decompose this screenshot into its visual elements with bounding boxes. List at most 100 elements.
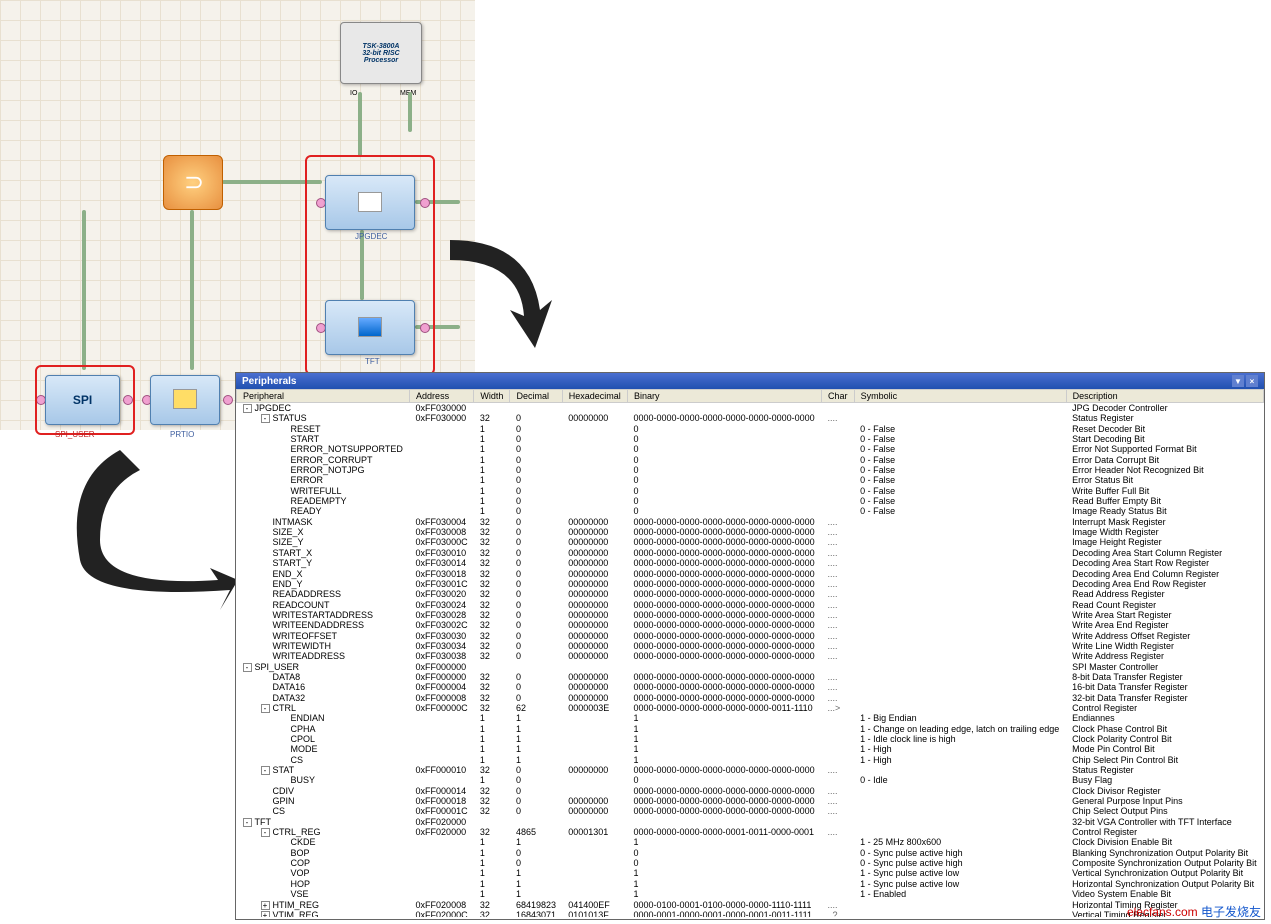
table-row[interactable]: START1000 - FalseStart Decoding Bit <box>237 434 1264 444</box>
panel-close-button[interactable]: × <box>1246 375 1258 387</box>
processor-block[interactable]: TSK-3800A 32-bit RISC Processor <box>340 22 422 84</box>
cell-hex: 00000000 <box>562 631 627 641</box>
cell-sym: 1 - Idle clock line is high <box>854 734 1066 744</box>
tree-collapse-icon[interactable]: - <box>261 828 270 837</box>
column-header[interactable]: Binary <box>628 390 822 403</box>
cell-desc: Read Count Register <box>1066 600 1263 610</box>
table-row[interactable]: WRITEENDADDRESS0xFF03002C320000000000000… <box>237 620 1264 630</box>
panel-titlebar[interactable]: Peripherals ▼ × <box>236 373 1264 389</box>
peripheral-name: CDIV <box>273 786 295 796</box>
column-header[interactable]: Hexadecimal <box>562 390 627 403</box>
cell-bin: 0000-0000-0000-0000-0000-0000-0000-0000 <box>628 589 822 599</box>
table-row[interactable]: WRITEOFFSET0xFF030030320000000000000-000… <box>237 631 1264 641</box>
tree-expand-icon[interactable]: + <box>261 901 270 910</box>
table-row[interactable]: GPIN0xFF000018320000000000000-0000-0000-… <box>237 796 1264 806</box>
table-row[interactable]: CDIV0xFF0000143200000-0000-0000-0000-000… <box>237 786 1264 796</box>
table-row[interactable]: COP1000 - Sync pulse active highComposit… <box>237 858 1264 868</box>
cell-w: 1 <box>474 744 510 754</box>
table-row[interactable]: -JPGDEC0xFF030000JPG Decoder Controller <box>237 403 1264 414</box>
table-row[interactable]: CPOL1111 - Idle clock line is highClock … <box>237 734 1264 744</box>
tree-collapse-icon[interactable]: - <box>261 704 270 713</box>
column-header[interactable]: Peripheral <box>237 390 410 403</box>
tree-expand-icon[interactable]: + <box>261 911 270 917</box>
table-row[interactable]: ENDIAN1111 - Big EndianEndiannes <box>237 713 1264 723</box>
table-row[interactable]: READCOUNT0xFF030024320000000000000-0000-… <box>237 600 1264 610</box>
table-row[interactable]: +HTIM_REG0xFF0200083268419823041400EF000… <box>237 900 1264 910</box>
table-row[interactable]: BUSY1000 - IdleBusy Flag <box>237 775 1264 785</box>
table-row[interactable]: WRITEADDRESS0xFF030038320000000000000-00… <box>237 651 1264 661</box>
table-row[interactable]: -STAT0xFF000010320000000000000-0000-0000… <box>237 765 1264 775</box>
table-row[interactable]: HOP1111 - Sync pulse active lowHorizonta… <box>237 879 1264 889</box>
table-row[interactable]: WRITEWIDTH0xFF030034320000000000000-0000… <box>237 641 1264 651</box>
panel-dropdown-button[interactable]: ▼ <box>1232 375 1244 387</box>
cell-desc: Error Data Corrupt Bit <box>1066 455 1263 465</box>
cell-hex <box>562 817 627 827</box>
cell-bin: 1 <box>628 879 822 889</box>
table-row[interactable]: DATA320xFF000008320000000000000-0000-000… <box>237 693 1264 703</box>
cell-desc: Blanking Synchronization Output Polarity… <box>1066 848 1263 858</box>
table-row[interactable]: RESET1000 - FalseReset Decoder Bit <box>237 424 1264 434</box>
table-row[interactable]: ERROR_NOTSUPPORTED1000 - FalseError Not … <box>237 444 1264 454</box>
table-row[interactable]: -TFT0xFF02000032-bit VGA Controller with… <box>237 817 1264 827</box>
table-row[interactable]: READADDRESS0xFF030020320000000000000-000… <box>237 589 1264 599</box>
table-row[interactable]: CS1111 - HighChip Select Pin Control Bit <box>237 755 1264 765</box>
cell-sym <box>854 651 1066 661</box>
table-row[interactable]: -CTRL0xFF00000C32620000003E0000-0000-000… <box>237 703 1264 713</box>
table-row[interactable]: BOP1000 - Sync pulse active highBlanking… <box>237 848 1264 858</box>
tree-collapse-icon[interactable]: - <box>261 414 270 423</box>
table-row[interactable]: MODE1111 - HighMode Pin Control Bit <box>237 744 1264 754</box>
cell-dec: 0 <box>510 496 562 506</box>
table-row[interactable]: -STATUS0xFF030000320000000000000-0000-00… <box>237 413 1264 423</box>
table-row[interactable]: CPHA1111 - Change on leading edge, latch… <box>237 724 1264 734</box>
tree-collapse-icon[interactable]: - <box>243 404 252 413</box>
table-row[interactable]: SIZE_X0xFF030008320000000000000-0000-000… <box>237 527 1264 537</box>
column-header[interactable]: Width <box>474 390 510 403</box>
table-row[interactable]: READEMPTY1000 - FalseRead Buffer Empty B… <box>237 496 1264 506</box>
column-header[interactable]: Description <box>1066 390 1263 403</box>
peripheral-name: JPGDEC <box>255 403 292 413</box>
table-row[interactable]: START_Y0xFF030014320000000000000-0000-00… <box>237 558 1264 568</box>
peripheral-name: RESET <box>291 424 321 434</box>
table-row[interactable]: ERROR_NOTJPG1000 - FalseError Header Not… <box>237 465 1264 475</box>
tree-collapse-icon[interactable]: - <box>261 766 270 775</box>
cell-bin: 0000-0000-0000-0000-0000-0000-0011-1110 <box>628 703 822 713</box>
table-row[interactable]: WRITESTARTADDRESS0xFF0300283200000000000… <box>237 610 1264 620</box>
table-row[interactable]: -CTRL_REG0xFF020000324865000013010000-00… <box>237 827 1264 837</box>
cell-ch <box>821 424 854 434</box>
cell-w: 1 <box>474 713 510 723</box>
cell-ch: .... <box>821 631 854 641</box>
table-row[interactable]: ERROR1000 - FalseError Status Bit <box>237 475 1264 485</box>
table-row[interactable]: DATA80xFF000000320000000000000-0000-0000… <box>237 672 1264 682</box>
table-row[interactable]: READY1000 - FalseImage Ready Status Bit <box>237 506 1264 516</box>
column-header[interactable]: Decimal <box>510 390 562 403</box>
column-header[interactable]: Symbolic <box>854 390 1066 403</box>
cell-dec: 0 <box>510 424 562 434</box>
table-row[interactable]: VSE1111 - EnabledVideo System Enable Bit <box>237 889 1264 899</box>
table-row[interactable]: INTMASK0xFF030004320000000000000-0000-00… <box>237 517 1264 527</box>
tree-collapse-icon[interactable]: - <box>243 663 252 672</box>
cell-sym <box>854 796 1066 806</box>
cell-ch: .... <box>821 610 854 620</box>
table-row[interactable]: -SPI_USER0xFF000000SPI Master Controller <box>237 662 1264 672</box>
schematic-canvas[interactable]: TSK-3800A 32-bit RISC Processor IO MEM S… <box>0 0 475 430</box>
peripheral-name: VSE <box>291 889 309 899</box>
table-row[interactable]: CS0xFF00001C320000000000000-0000-0000-00… <box>237 806 1264 816</box>
table-row[interactable]: +VTIM_REG0xFF02000C32168430710101013F000… <box>237 910 1264 917</box>
table-row[interactable]: DATA160xFF000004320000000000000-0000-000… <box>237 682 1264 692</box>
column-header[interactable]: Address <box>410 390 474 403</box>
table-row[interactable]: END_Y0xFF03001C320000000000000-0000-0000… <box>237 579 1264 589</box>
table-row[interactable]: ERROR_CORRUPT1000 - FalseError Data Corr… <box>237 455 1264 465</box>
column-header[interactable]: Char <box>821 390 854 403</box>
table-row[interactable]: START_X0xFF030010320000000000000-0000-00… <box>237 548 1264 558</box>
table-row[interactable]: VOP1111 - Sync pulse active lowVertical … <box>237 868 1264 878</box>
table-row[interactable]: CKDE1111 - 25 MHz 800x600Clock Division … <box>237 837 1264 847</box>
table-row[interactable]: END_X0xFF030018320000000000000-0000-0000… <box>237 569 1264 579</box>
tree-collapse-icon[interactable]: - <box>243 818 252 827</box>
table-row[interactable]: WRITEFULL1000 - FalseWrite Buffer Full B… <box>237 486 1264 496</box>
table-row[interactable]: SIZE_Y0xFF03000C320000000000000-0000-000… <box>237 537 1264 547</box>
cell-desc: Write Area Start Register <box>1066 610 1263 620</box>
cell-dec: 0 <box>510 600 562 610</box>
peripherals-table-scroll[interactable]: PeripheralAddressWidthDecimalHexadecimal… <box>236 389 1264 917</box>
prtio-block[interactable] <box>150 375 220 425</box>
bus-hub-block[interactable] <box>163 155 223 210</box>
